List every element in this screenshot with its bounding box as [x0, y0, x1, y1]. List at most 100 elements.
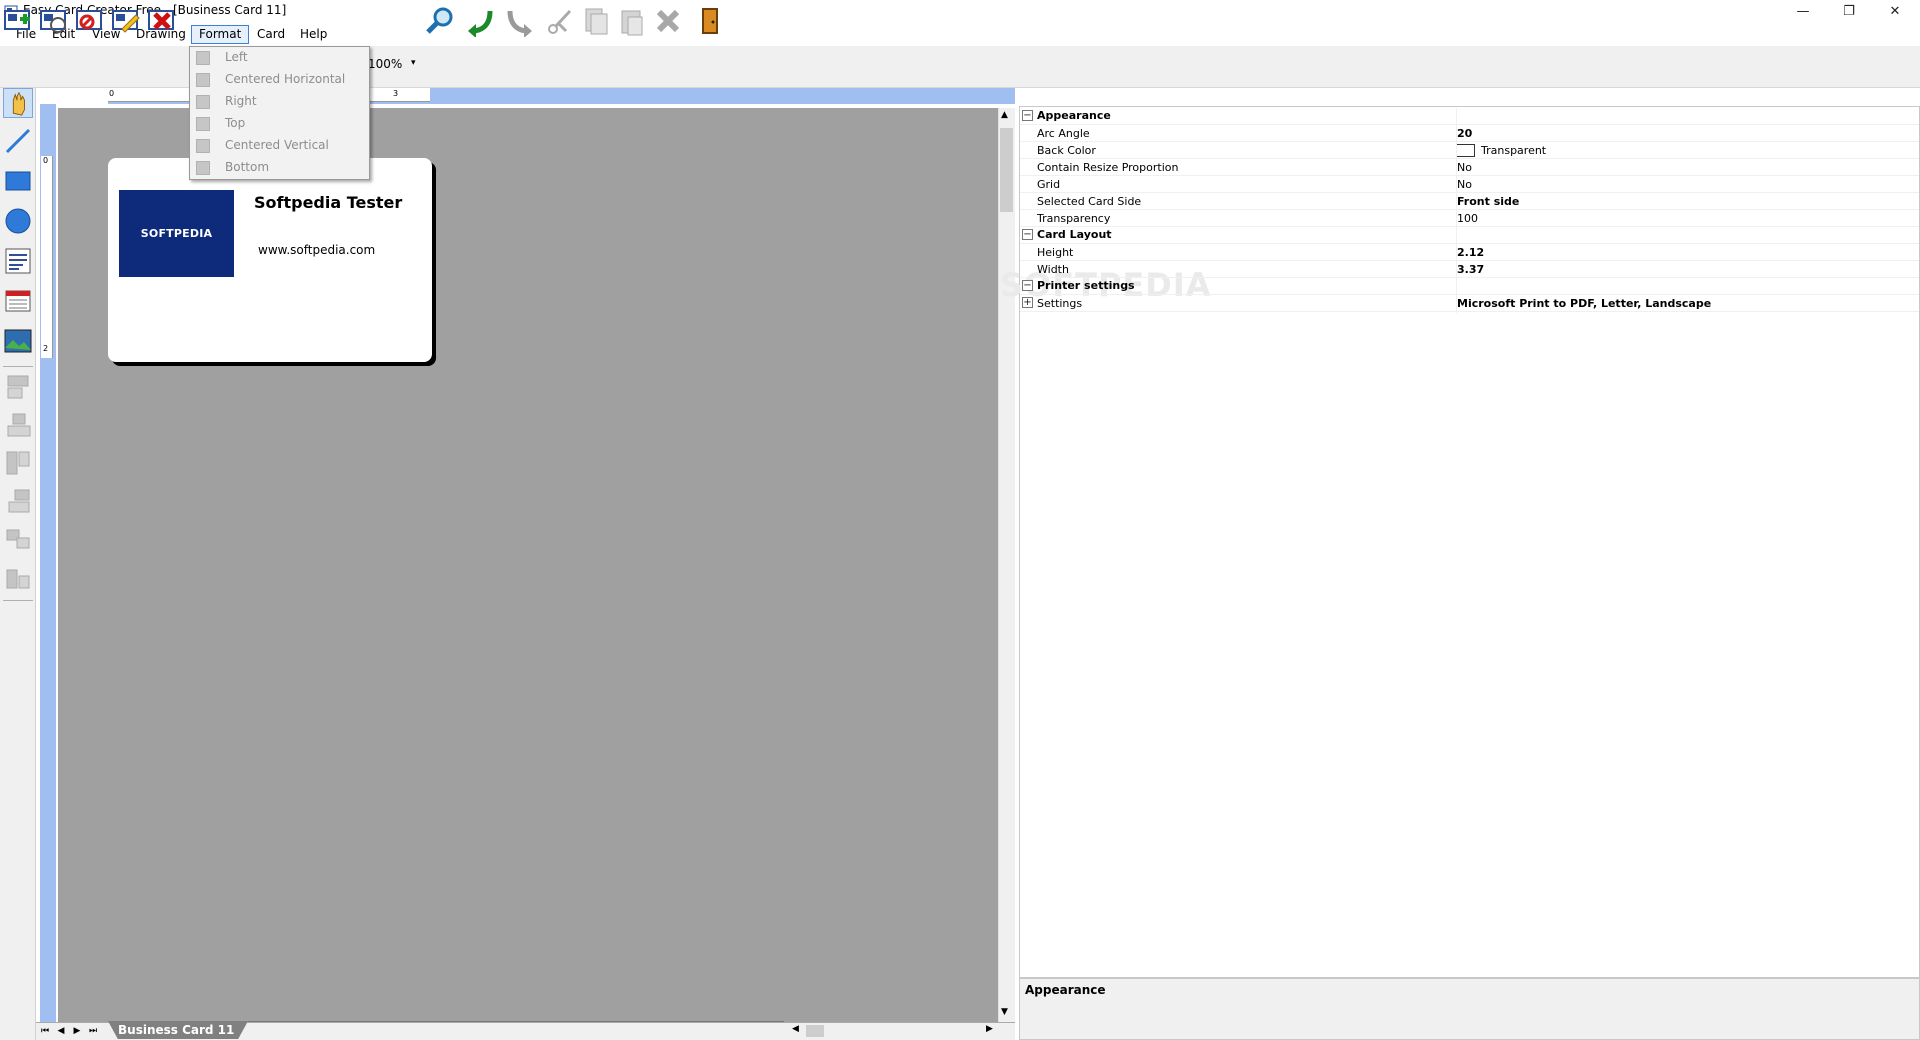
property-value[interactable]: Microsoft Print to PDF, Letter, Landscap…: [1457, 297, 1711, 310]
vertical-ruler-scale: [41, 156, 53, 358]
property-value[interactable]: 3.37: [1457, 263, 1484, 276]
first-tab-icon[interactable]: ⏮: [38, 1024, 52, 1038]
scroll-left-icon[interactable]: ◀: [792, 1024, 799, 1034]
redo-icon[interactable]: [502, 5, 534, 37]
menu-help[interactable]: Help: [292, 25, 335, 44]
calendar-tool-icon[interactable]: [3, 286, 33, 316]
image-tool-icon[interactable]: [3, 326, 33, 356]
menu-item-label: Centered Horizontal: [225, 72, 346, 86]
vertical-scrollbar[interactable]: [998, 108, 1015, 1022]
exit-icon[interactable]: [694, 5, 726, 37]
delete-card-icon[interactable]: [146, 5, 178, 37]
app-window: Easy Card Creator Free - [Business Card …: [0, 0, 1920, 1040]
align-center-horizontal-icon: [196, 73, 210, 87]
title-bar: Easy Card Creator Free - [Business Card …: [0, 0, 1920, 22]
ruler-label: 0: [43, 156, 49, 165]
scroll-right-icon[interactable]: ▶: [986, 1024, 993, 1034]
align-bottom-icon[interactable]: [3, 562, 33, 592]
chevron-down-icon[interactable]: ▾: [411, 58, 416, 68]
line-tool-icon[interactable]: [3, 126, 33, 156]
property-value[interactable]: No: [1457, 161, 1472, 174]
property-name: Width: [1037, 263, 1069, 276]
prev-tab-icon[interactable]: ◀: [54, 1024, 68, 1038]
ruler-label: 3: [393, 89, 399, 98]
menu-item-left[interactable]: [190, 47, 369, 69]
align-middle-icon[interactable]: [3, 524, 33, 554]
collapse-icon[interactable]: −: [1022, 229, 1033, 240]
open-card-icon[interactable]: [38, 5, 70, 37]
property-value[interactable]: No: [1457, 178, 1472, 191]
property-value[interactable]: 20: [1457, 127, 1472, 140]
menu-card[interactable]: Card: [249, 25, 293, 44]
color-swatch[interactable]: [1456, 144, 1475, 157]
align-top-icon[interactable]: [3, 448, 33, 478]
card-name-text[interactable]: Softpedia Tester: [254, 193, 402, 212]
menu-item-label: Centered Vertical: [225, 138, 329, 152]
expand-icon[interactable]: +: [1022, 297, 1033, 308]
zoom-icon[interactable]: [424, 5, 456, 37]
tab-baseline: [248, 1021, 784, 1022]
text-tool-icon[interactable]: [3, 246, 33, 276]
align-left-icon[interactable]: [3, 372, 33, 402]
zoom-level[interactable]: 100%: [368, 57, 402, 71]
restore-button[interactable]: ❐: [1826, 0, 1872, 22]
hand-tool-icon[interactable]: [3, 88, 33, 118]
property-name: Selected Card Side: [1037, 195, 1142, 208]
category-card-layout[interactable]: [1020, 227, 1919, 244]
ruler-label: 0: [109, 89, 115, 98]
collapse-icon[interactable]: −: [1022, 280, 1033, 291]
scroll-down-icon[interactable]: ▼: [1001, 1007, 1008, 1017]
menu-item-bottom[interactable]: [190, 157, 369, 179]
property-name: Grid: [1037, 178, 1061, 191]
save-card-icon[interactable]: [74, 5, 106, 37]
paste-icon[interactable]: [616, 5, 648, 37]
delete-icon[interactable]: [652, 5, 684, 37]
last-tab-icon[interactable]: ⏭: [86, 1024, 100, 1038]
property-value[interactable]: 100: [1457, 212, 1478, 225]
property-value[interactable]: 2.12: [1457, 246, 1484, 259]
menu-item-label: Bottom: [225, 160, 270, 174]
horizontal-scroll-thumb[interactable]: [806, 1025, 824, 1037]
collapse-icon[interactable]: −: [1022, 110, 1033, 121]
category-printer-settings[interactable]: [1020, 278, 1919, 295]
property-name: Transparency: [1037, 212, 1111, 225]
minimize-button[interactable]: —: [1780, 0, 1826, 22]
menu-item-right[interactable]: [190, 91, 369, 113]
menu-item-label: Left: [225, 50, 248, 64]
property-value[interactable]: Transparent: [1481, 144, 1546, 157]
scroll-up-icon[interactable]: ▲: [1001, 110, 1008, 120]
edit-card-icon[interactable]: [110, 5, 142, 37]
cut-icon[interactable]: [544, 5, 576, 37]
ellipse-tool-icon[interactable]: [3, 206, 33, 236]
next-tab-icon[interactable]: ▶: [70, 1024, 84, 1038]
property-value[interactable]: Front side: [1457, 195, 1519, 208]
scroll-thumb[interactable]: [1000, 128, 1013, 212]
align-right-icon[interactable]: [3, 486, 33, 516]
align-center-icon[interactable]: [3, 410, 33, 440]
logo-text: SOFTPEDIA: [140, 227, 213, 240]
align-bottom-icon: [196, 161, 210, 175]
restore-icon: ❐: [1843, 3, 1855, 19]
copy-icon[interactable]: [580, 5, 612, 37]
property-name: Height: [1037, 246, 1074, 259]
close-button[interactable]: ✕: [1872, 0, 1918, 22]
new-card-icon[interactable]: [2, 5, 34, 37]
card-logo[interactable]: SOFTPEDIA: [119, 190, 234, 277]
property-name: Arc Angle: [1037, 127, 1090, 140]
undo-icon[interactable]: [466, 5, 498, 37]
description-title: Appearance: [1025, 983, 1106, 997]
description-panel: [1019, 978, 1920, 1040]
menu-format[interactable]: Format: [191, 25, 250, 44]
grid-divider: [1456, 108, 1457, 313]
menu-item-label: Right: [225, 94, 257, 108]
align-center-vertical-icon: [196, 139, 210, 153]
category-label: Appearance: [1037, 109, 1111, 122]
tab-business-card[interactable]: Business Card 11: [108, 1021, 248, 1039]
menu-item-label: Top: [225, 116, 246, 130]
rectangle-tool-icon[interactable]: [3, 166, 33, 196]
menu-item-top[interactable]: [190, 113, 369, 135]
tool-separator: [3, 600, 33, 601]
card-url-text[interactable]: www.softpedia.com: [258, 243, 375, 257]
menu-bar: File Edit View Drawing Format Card Help: [0, 22, 1920, 46]
category-appearance[interactable]: [1020, 108, 1919, 125]
